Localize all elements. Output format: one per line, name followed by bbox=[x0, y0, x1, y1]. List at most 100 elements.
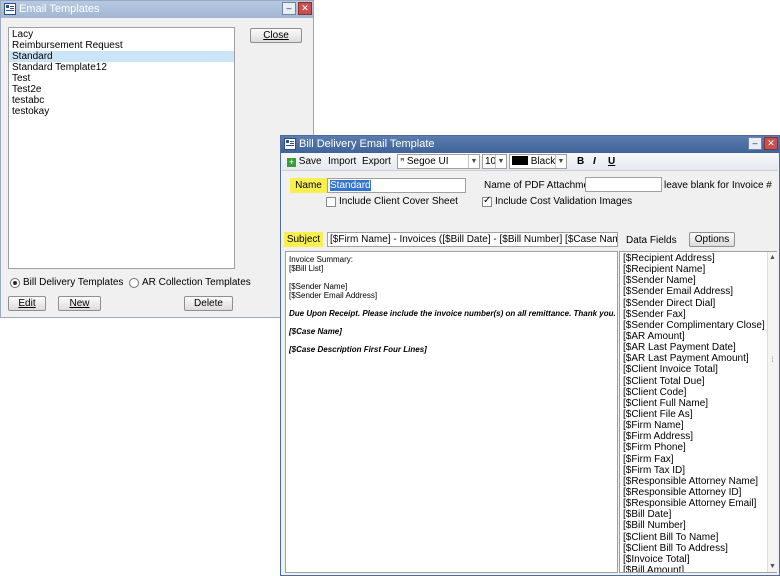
data-field-item[interactable]: [$Client Total Due] bbox=[620, 376, 776, 387]
window-title: Email Templates bbox=[19, 3, 100, 15]
font-color-value: Black bbox=[530, 156, 556, 167]
data-field-item[interactable]: [$Sender Fax] bbox=[620, 309, 776, 320]
save-label: Save bbox=[298, 156, 322, 167]
subject-label: Subject bbox=[284, 232, 323, 247]
data-field-item[interactable]: [$Sender Direct Dial] bbox=[620, 298, 776, 309]
data-field-item[interactable]: [$Firm Fax] bbox=[620, 454, 776, 465]
bill-delivery-window: Bill Delivery Email Template – ✕ + Save … bbox=[280, 135, 780, 576]
body-blank-line bbox=[289, 273, 614, 282]
name-field[interactable]: Standard bbox=[327, 178, 466, 193]
data-field-item[interactable]: [$Recipient Address] bbox=[620, 253, 776, 264]
bill-delivery-titlebar[interactable]: Bill Delivery Email Template – ✕ bbox=[281, 136, 779, 153]
body-line: Due Upon Receipt. Please include the inv… bbox=[289, 309, 616, 318]
data-field-item[interactable]: [$Sender Email Address] bbox=[620, 286, 776, 297]
data-field-item[interactable]: [$Bill Date] bbox=[620, 509, 776, 520]
save-button[interactable]: + Save bbox=[287, 155, 322, 169]
include-cost-checkbox[interactable] bbox=[482, 195, 492, 207]
data-field-item[interactable]: [$Sender Complimentary Close] bbox=[620, 320, 776, 331]
email-body-editor[interactable]: Invoice Summary: [$Bill List] [$Sender N… bbox=[285, 251, 618, 573]
ar-collection-radio-label[interactable]: AR Collection Templates bbox=[142, 277, 251, 289]
italic-button[interactable]: I bbox=[593, 155, 596, 169]
include-cover-label[interactable]: Include Client Cover Sheet bbox=[339, 196, 458, 208]
data-field-item[interactable]: [$AR Last Payment Amount] bbox=[620, 353, 776, 364]
delete-button[interactable]: Delete bbox=[184, 296, 233, 311]
data-field-item[interactable]: [$Bill Number] bbox=[620, 520, 776, 531]
data-fields-list[interactable]: [$Recipient Address] [$Recipient Name] [$S… bbox=[619, 251, 777, 573]
delete-button-label: Delete bbox=[194, 298, 223, 309]
template-list-item[interactable]: Test bbox=[9, 73, 234, 84]
font-color-select[interactable]: Black ▼ bbox=[509, 154, 567, 169]
scroll-grip-icon[interactable]: ⁞ bbox=[768, 355, 777, 366]
template-list-item[interactable]: testokay bbox=[9, 106, 234, 117]
template-list-item[interactable]: Lacy bbox=[9, 29, 234, 40]
chevron-down-icon: ▼ bbox=[468, 155, 479, 168]
font-size-select[interactable]: 10 ▼ bbox=[482, 154, 507, 169]
close-button[interactable]: Close bbox=[250, 28, 302, 43]
data-field-item[interactable]: [$Client Invoice Total] bbox=[620, 364, 776, 375]
data-field-item[interactable]: [$Firm Tax ID] bbox=[620, 465, 776, 476]
export-button[interactable]: Export bbox=[362, 155, 391, 169]
template-list-item[interactable]: Reimbursement Request bbox=[9, 40, 234, 51]
data-field-item[interactable]: [$Sender Name] bbox=[620, 275, 776, 286]
email-templates-titlebar[interactable]: Email Templates – ✕ bbox=[1, 1, 313, 18]
body-blank-line bbox=[289, 300, 614, 309]
scroll-up-icon[interactable]: ▲ bbox=[768, 252, 777, 263]
data-field-item[interactable]: [$Firm Address] bbox=[620, 431, 776, 442]
bold-button[interactable]: B bbox=[577, 155, 584, 169]
data-field-item[interactable]: [$Recipient Name] bbox=[620, 264, 776, 275]
template-list-item[interactable]: Standard Template12 bbox=[9, 62, 234, 73]
data-field-item[interactable]: [$Client Bill To Name] bbox=[620, 532, 776, 543]
body-line: [$Bill List] bbox=[289, 264, 324, 273]
chevron-down-icon: ▼ bbox=[495, 155, 506, 168]
scroll-down-icon[interactable]: ▼ bbox=[768, 561, 777, 572]
bill-delivery-radio[interactable] bbox=[10, 278, 20, 288]
close-window-button[interactable]: ✕ bbox=[298, 2, 312, 15]
underline-button[interactable]: U bbox=[608, 155, 615, 169]
body-line: [$Case Description First Four Lines] bbox=[289, 345, 427, 354]
editor-toolbar: + Save Import Export ꟸ Segoe UI ▼ 10 ▼ B… bbox=[282, 153, 778, 171]
data-fields-label: Data Fields bbox=[626, 235, 677, 246]
data-field-item[interactable]: [$Client File As] bbox=[620, 409, 776, 420]
pdf-attachment-label: Name of PDF Attachment bbox=[484, 180, 598, 191]
options-button[interactable]: Options bbox=[689, 232, 735, 247]
data-field-item[interactable]: [$Firm Name] bbox=[620, 420, 776, 431]
template-list-item[interactable]: Test2e bbox=[9, 84, 234, 95]
data-field-item[interactable]: [$Bill Amount] bbox=[620, 565, 776, 572]
data-field-item[interactable]: [$Firm Phone] bbox=[620, 442, 776, 453]
data-field-item[interactable]: [$Client Full Name] bbox=[620, 398, 776, 409]
pdf-attachment-field[interactable] bbox=[585, 177, 662, 192]
import-button[interactable]: Import bbox=[328, 155, 356, 169]
data-field-item[interactable]: [$Responsible Attorney Email] bbox=[620, 498, 776, 509]
body-line: [$Sender Email Address] bbox=[289, 291, 378, 300]
window-icon bbox=[4, 3, 16, 15]
templates-list[interactable]: Lacy Reimbursement Request Standard Standar… bbox=[8, 27, 235, 269]
close-window-button[interactable]: ✕ bbox=[764, 137, 778, 150]
template-list-item[interactable]: testabc bbox=[9, 95, 234, 106]
subject-field[interactable]: [$Firm Name] - Invoices ([$Bill Date] - … bbox=[327, 232, 618, 247]
data-fields-scrollbar[interactable]: ▲ ⁞ ▼ bbox=[767, 252, 777, 572]
data-field-item[interactable]: [$Responsible Attorney ID] bbox=[620, 487, 776, 498]
data-field-item[interactable]: [$AR Amount] bbox=[620, 331, 776, 342]
data-field-item[interactable]: [$Responsible Attorney Name] bbox=[620, 476, 776, 487]
ar-collection-radio[interactable] bbox=[129, 278, 139, 288]
edit-button[interactable]: Edit bbox=[8, 296, 46, 311]
template-list-item[interactable]: Standard bbox=[9, 51, 234, 62]
font-family-value: Segoe UI bbox=[406, 156, 449, 167]
minimize-button[interactable]: – bbox=[748, 137, 762, 150]
name-field-value: Standard bbox=[330, 180, 371, 191]
data-field-item[interactable]: [$AR Last Payment Date] bbox=[620, 342, 776, 353]
font-icon: ꟸ bbox=[400, 157, 407, 166]
color-swatch bbox=[512, 156, 528, 165]
include-cover-checkbox[interactable] bbox=[326, 197, 336, 207]
body-line: [$Sender Name] bbox=[289, 282, 348, 291]
data-field-item[interactable]: [$Client Bill To Address] bbox=[620, 543, 776, 554]
body-line: Invoice Summary: bbox=[289, 255, 354, 264]
body-line: [$Case Name] bbox=[289, 327, 342, 336]
font-family-select[interactable]: ꟸ Segoe UI ▼ bbox=[397, 154, 480, 169]
data-field-item[interactable]: [$Invoice Total] bbox=[620, 554, 776, 565]
bill-delivery-radio-label[interactable]: Bill Delivery Templates bbox=[23, 277, 123, 289]
minimize-button[interactable]: – bbox=[282, 2, 296, 15]
new-button[interactable]: New bbox=[58, 296, 101, 311]
data-field-item[interactable]: [$Client Code] bbox=[620, 387, 776, 398]
include-cost-label[interactable]: Include Cost Validation Images bbox=[495, 196, 632, 208]
